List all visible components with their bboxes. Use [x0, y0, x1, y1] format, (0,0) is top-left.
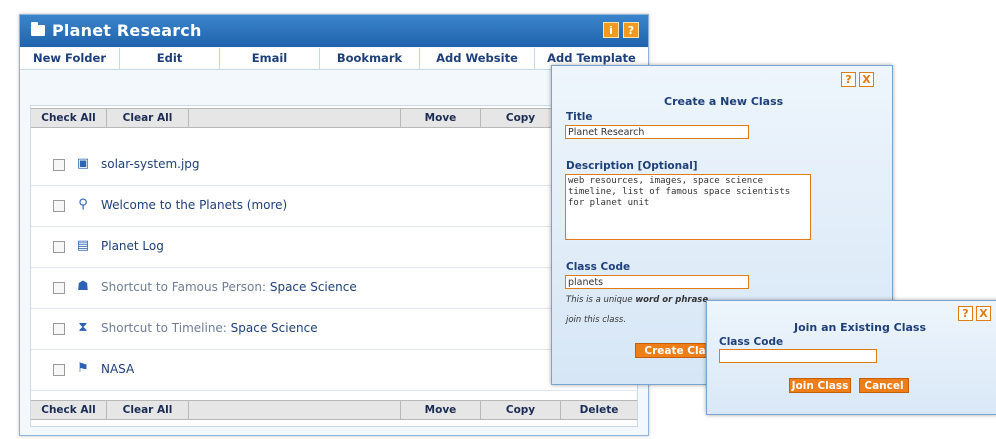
item-label[interactable]: NASA [101, 362, 134, 376]
info-button[interactable]: i [603, 22, 619, 38]
join-class-button[interactable]: Join Class [789, 378, 851, 393]
check-all-button[interactable]: Check All [31, 109, 107, 127]
add-website-button[interactable]: Add Website [420, 48, 535, 69]
item-checkbox[interactable] [53, 282, 65, 294]
item-list: Check All Clear All Move Copy Delete ▣ s… [30, 105, 638, 427]
description-textarea[interactable]: web resources, images, space science tim… [565, 174, 811, 240]
delete-button[interactable]: Delete [561, 401, 637, 419]
person-shortcut-icon: ☗ [77, 279, 89, 294]
bookmark-button[interactable]: Bookmark [320, 48, 420, 69]
item-label[interactable]: Planet Log [101, 239, 164, 253]
class-code-label: Class Code [566, 261, 631, 273]
list-item[interactable]: ☗ Shortcut to Famous Person: Space Scien… [31, 267, 637, 309]
item-label[interactable]: solar-system.jpg [101, 157, 200, 171]
item-checkbox[interactable] [53, 241, 65, 253]
description-label: Description [Optional] [566, 160, 698, 172]
list-item[interactable]: ⚑ NASA [31, 349, 637, 391]
edit-button[interactable]: Edit [120, 48, 220, 69]
join-class-code-input[interactable] [719, 349, 877, 363]
join-close-button[interactable]: X [976, 306, 991, 321]
list-header-bottom: Check All Clear All Move Copy Delete [31, 400, 637, 420]
list-item[interactable]: ⚲ Welcome to the Planets (more) [31, 185, 637, 227]
item-label[interactable]: Shortcut to Famous Person: Space Science [101, 280, 357, 294]
item-checkbox[interactable] [53, 364, 65, 376]
header-spacer [189, 401, 401, 419]
title-bar: Planet Research i ? [20, 15, 648, 47]
help-button[interactable]: ? [623, 22, 639, 38]
clear-all-button[interactable]: Clear All [107, 401, 189, 419]
class-code-input[interactable]: planets [565, 275, 749, 289]
item-checkbox[interactable] [53, 323, 65, 335]
email-button[interactable]: Email [220, 48, 320, 69]
item-checkbox[interactable] [53, 159, 65, 171]
join-heading: Join an Existing Class [794, 321, 927, 334]
list-item[interactable]: ▤ Planet Log [31, 226, 637, 268]
move-button[interactable]: Move [401, 109, 481, 127]
log-icon: ▤ [76, 238, 90, 253]
rocket-icon: ⚑ [77, 361, 89, 376]
join-class-code-label: Class Code [719, 336, 784, 348]
dialog-heading: Create a New Class [664, 95, 784, 108]
image-file-icon: ▣ [76, 156, 90, 171]
list-header-top: Check All Clear All Move Copy Delete [31, 108, 637, 128]
dialog-help-button[interactable]: ? [841, 72, 856, 87]
paperclip-icon: ⚲ [78, 197, 88, 212]
hourglass-icon: ⧗ [78, 320, 88, 335]
window-title: Planet Research [52, 21, 202, 40]
cancel-button[interactable]: Cancel [859, 378, 909, 393]
create-class-button[interactable]: Create Cla [635, 343, 715, 358]
class-code-note-2: join this class. [566, 315, 627, 325]
folder-icon [31, 22, 45, 36]
new-folder-button[interactable]: New Folder [20, 48, 120, 69]
title-label: Title [566, 111, 593, 123]
clear-all-button[interactable]: Clear All [107, 109, 189, 127]
item-checkbox[interactable] [53, 200, 65, 212]
class-code-note: This is a unique word or phrase [566, 295, 709, 305]
join-class-dialog: ? X Join an Existing Class Class Code Jo… [706, 300, 996, 415]
list-item[interactable]: ▣ solar-system.jpg [31, 144, 637, 186]
check-all-button[interactable]: Check All [31, 401, 107, 419]
list-item[interactable]: ⧗ Shortcut to Timeline: Space Science [31, 308, 637, 350]
join-help-button[interactable]: ? [958, 306, 973, 321]
header-spacer [189, 109, 401, 127]
copy-button[interactable]: Copy [481, 401, 561, 419]
dialog-close-button[interactable]: X [859, 72, 874, 87]
title-input[interactable]: Planet Research [565, 125, 749, 139]
item-label[interactable]: Shortcut to Timeline: Space Science [101, 321, 318, 335]
copy-button[interactable]: Copy [481, 109, 561, 127]
item-label[interactable]: Welcome to the Planets (more) [101, 198, 287, 212]
move-button[interactable]: Move [401, 401, 481, 419]
